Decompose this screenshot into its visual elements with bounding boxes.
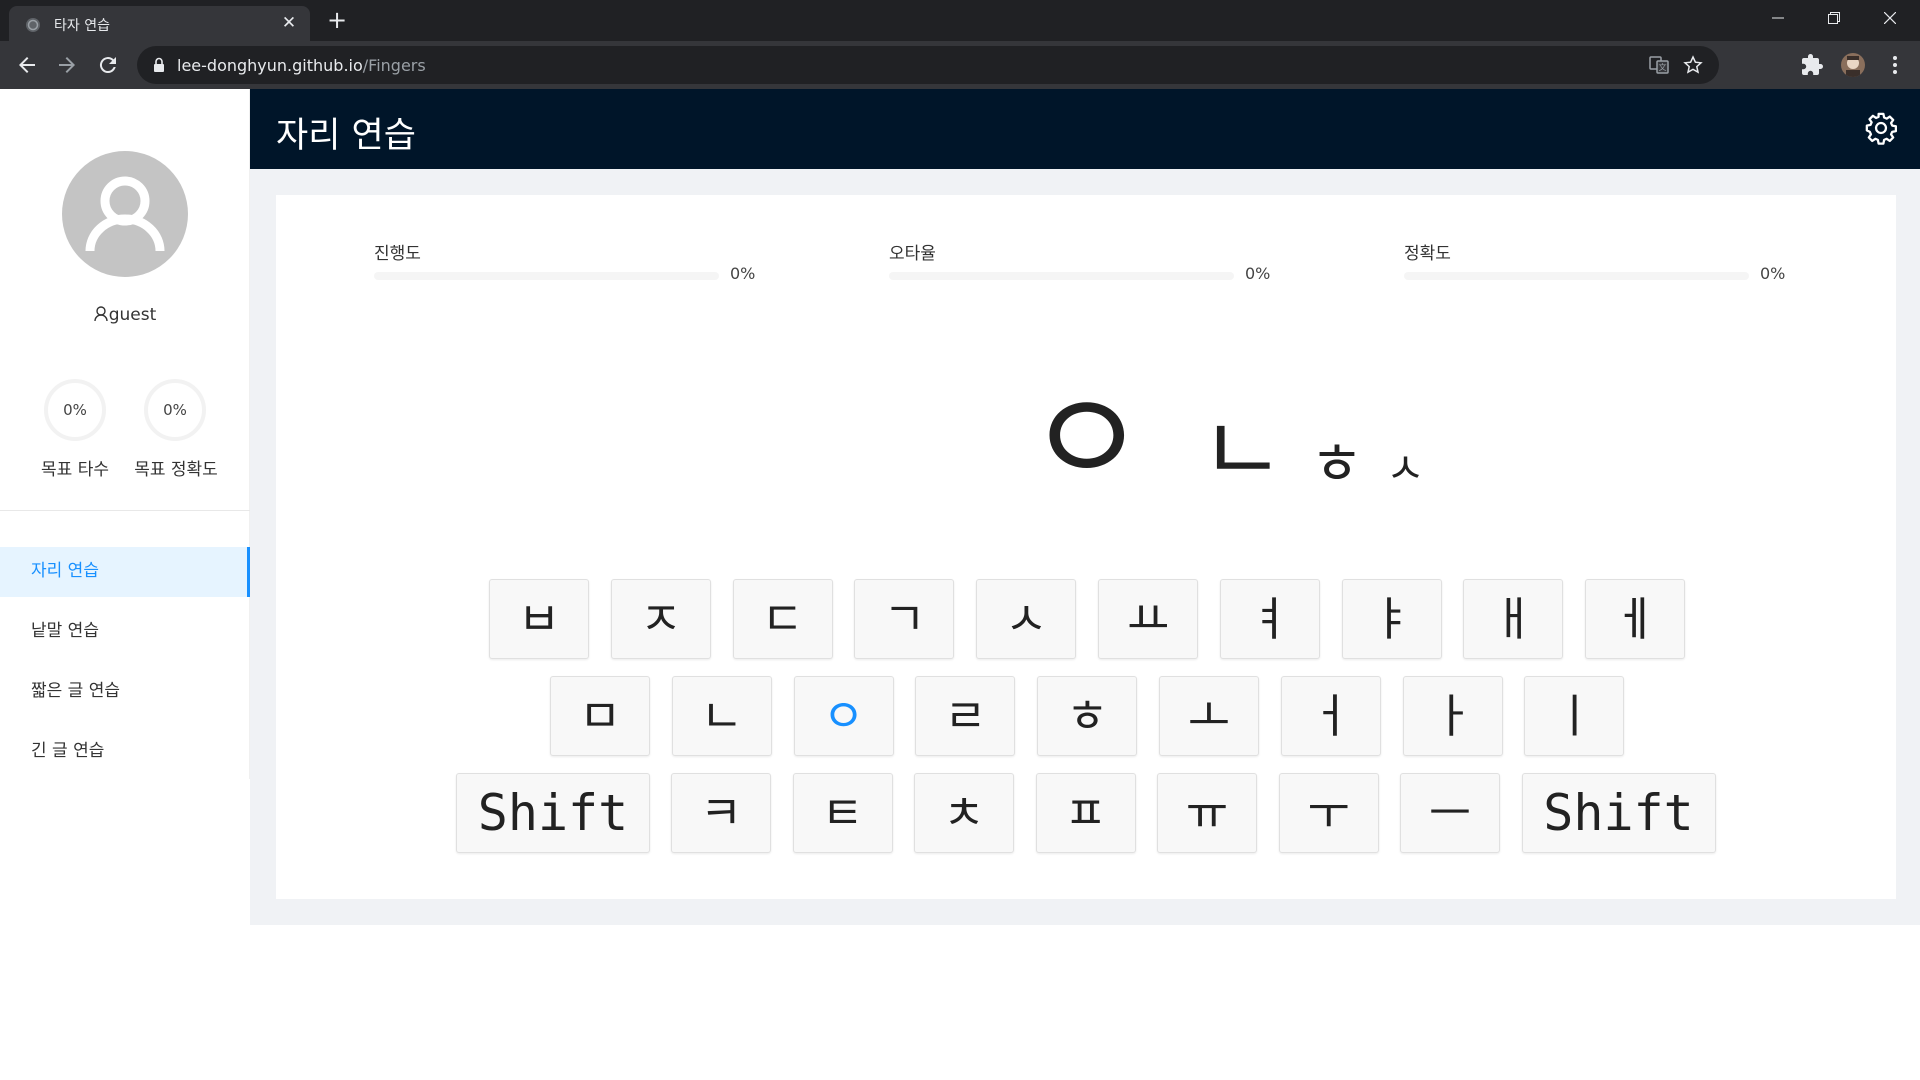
url-text[interactable]: lee-donghyun.github.io/Fingers bbox=[177, 56, 426, 75]
page-title: 자리 연습 bbox=[276, 116, 416, 156]
progress-label: 진행도 bbox=[374, 244, 421, 264]
menu-item-word-practice[interactable]: 낱말 연습 bbox=[0, 607, 250, 657]
back-icon[interactable] bbox=[15, 53, 39, 77]
page-header: 자리 연습 bbox=[250, 89, 1920, 169]
keyboard-key[interactable]: ㅔ bbox=[1585, 579, 1686, 659]
sidebar-divider bbox=[0, 510, 250, 511]
reload-icon[interactable] bbox=[96, 53, 120, 77]
lock-icon[interactable] bbox=[153, 57, 165, 73]
forward-icon[interactable] bbox=[55, 53, 79, 77]
keyboard-key[interactable]: ㅂ bbox=[489, 579, 589, 659]
typo-rate-stat: 오타율 0% bbox=[889, 239, 1270, 283]
shift-key[interactable]: Shift bbox=[1521, 773, 1716, 853]
goal-accuracy-value: 0% bbox=[163, 401, 187, 419]
keyboard-key[interactable]: ㅐ bbox=[1463, 579, 1564, 659]
keyboard-key[interactable]: ㄴ bbox=[671, 676, 772, 756]
progress-bar bbox=[374, 272, 719, 280]
keyboard-key[interactable]: ㅓ bbox=[1280, 676, 1381, 756]
keyboard-key[interactable]: ㅊ bbox=[914, 773, 1014, 853]
globe-icon bbox=[26, 18, 40, 32]
keyboard-key[interactable]: ㅑ bbox=[1341, 579, 1442, 659]
keyboard-key[interactable]: ㄱ bbox=[854, 579, 955, 659]
upcoming-target-char: ㅎ bbox=[1310, 430, 1364, 498]
accuracy-stat: 정확도 0% bbox=[1404, 239, 1785, 283]
keyboard-key[interactable]: ㅕ bbox=[1219, 579, 1320, 659]
close-window-button[interactable] bbox=[1862, 0, 1918, 38]
goal-speed-label: 목표 타수 bbox=[41, 460, 109, 480]
keyboard-key[interactable]: ㅇ bbox=[793, 676, 894, 756]
next-target-char: ㄴ bbox=[1200, 397, 1285, 504]
keyboard-key[interactable]: ㅗ bbox=[1159, 676, 1259, 756]
keyboard-key[interactable]: ㅎ bbox=[1037, 676, 1138, 756]
profile-avatar-icon[interactable] bbox=[1841, 53, 1865, 77]
typo-rate-label: 오타율 bbox=[889, 244, 936, 264]
bookmark-star-icon[interactable] bbox=[1683, 55, 1703, 75]
svg-text:文: 文 bbox=[1659, 62, 1667, 72]
accuracy-bar bbox=[1404, 272, 1749, 280]
keyboard-key[interactable]: ㅡ bbox=[1400, 773, 1500, 853]
translate-icon[interactable]: 文 bbox=[1649, 55, 1669, 75]
keyboard-key[interactable]: ㅜ bbox=[1278, 773, 1379, 853]
keyboard-key[interactable]: ㄷ bbox=[732, 579, 833, 659]
keyboard-key[interactable]: ㅏ bbox=[1402, 676, 1503, 756]
goal-accuracy-label: 목표 정확도 bbox=[134, 460, 218, 480]
extensions-icon[interactable] bbox=[1800, 53, 1824, 77]
browser-tabstrip: 타자 연습 ✕ + bbox=[0, 0, 1920, 41]
user-outline-icon bbox=[94, 306, 108, 322]
practice-card: 진행도 0% 오타율 0% 정확도 0% ㅇ ㄴ ㅎ ㅅ ㅂㅈㄷㄱㅅㅛㅕㅑㅐㅔㅁ… bbox=[276, 195, 1896, 899]
username-text: guest bbox=[108, 305, 157, 325]
keyboard-key[interactable]: ㅈ bbox=[610, 579, 711, 659]
keyboard-key[interactable]: ㅍ bbox=[1035, 773, 1136, 853]
menu-kebab-icon[interactable] bbox=[1883, 53, 1907, 77]
keyboard-key[interactable]: ㅣ bbox=[1524, 676, 1625, 756]
progress-stat: 진행도 0% bbox=[374, 239, 755, 283]
keyboard-key[interactable]: ㅛ bbox=[1098, 579, 1198, 659]
current-target-char: ㅇ bbox=[1026, 363, 1148, 517]
typo-rate-value: 0% bbox=[1245, 264, 1271, 283]
goal-speed-value: 0% bbox=[63, 401, 87, 419]
progress-value: 0% bbox=[730, 264, 756, 283]
keyboard-key[interactable]: ㅠ bbox=[1157, 773, 1257, 853]
username: guest bbox=[0, 305, 250, 325]
menu-item-position-practice[interactable]: 자리 연습 bbox=[0, 547, 250, 597]
sidebar: guest 0% 0% 목표 타수 목표 정확도 자리 연습 낱말 연습 짧은 … bbox=[0, 89, 250, 779]
minimize-button[interactable] bbox=[1750, 0, 1806, 38]
keyboard-key[interactable]: ㅋ bbox=[671, 773, 771, 853]
user-avatar bbox=[62, 151, 188, 277]
keyboard-key[interactable]: ㅌ bbox=[792, 773, 893, 853]
accuracy-label: 정확도 bbox=[1404, 244, 1451, 264]
keyboard-key[interactable]: ㄹ bbox=[915, 676, 1016, 756]
settings-gear-icon[interactable] bbox=[1864, 111, 1898, 145]
tab-title: 타자 연습 bbox=[54, 18, 110, 34]
keyboard-key[interactable]: ㅁ bbox=[550, 676, 650, 756]
accuracy-value: 0% bbox=[1760, 264, 1786, 283]
shift-key[interactable]: Shift bbox=[456, 773, 650, 853]
user-icon bbox=[85, 176, 165, 252]
new-tab-button[interactable]: + bbox=[325, 8, 349, 33]
goal-speed-circle: 0% bbox=[44, 379, 106, 441]
goal-accuracy-circle: 0% bbox=[144, 379, 206, 441]
close-tab-icon[interactable]: ✕ bbox=[279, 13, 299, 33]
browser-tab[interactable]: 타자 연습 ✕ bbox=[9, 6, 310, 41]
restore-button[interactable] bbox=[1806, 0, 1862, 38]
browser-toolbar: lee-donghyun.github.io/Fingers 文 bbox=[0, 41, 1920, 89]
typo-rate-bar bbox=[889, 272, 1234, 280]
keyboard-key[interactable]: ㅅ bbox=[976, 579, 1077, 659]
web-page: guest 0% 0% 목표 타수 목표 정확도 자리 연습 낱말 연습 짧은 … bbox=[0, 89, 1920, 1080]
address-bar[interactable]: lee-donghyun.github.io/Fingers 文 bbox=[137, 46, 1719, 84]
upcoming-target-char: ㅅ bbox=[1386, 444, 1425, 493]
menu-item-long-text-practice[interactable]: 긴 글 연습 bbox=[0, 727, 250, 777]
menu-item-short-text-practice[interactable]: 짧은 글 연습 bbox=[0, 667, 250, 717]
